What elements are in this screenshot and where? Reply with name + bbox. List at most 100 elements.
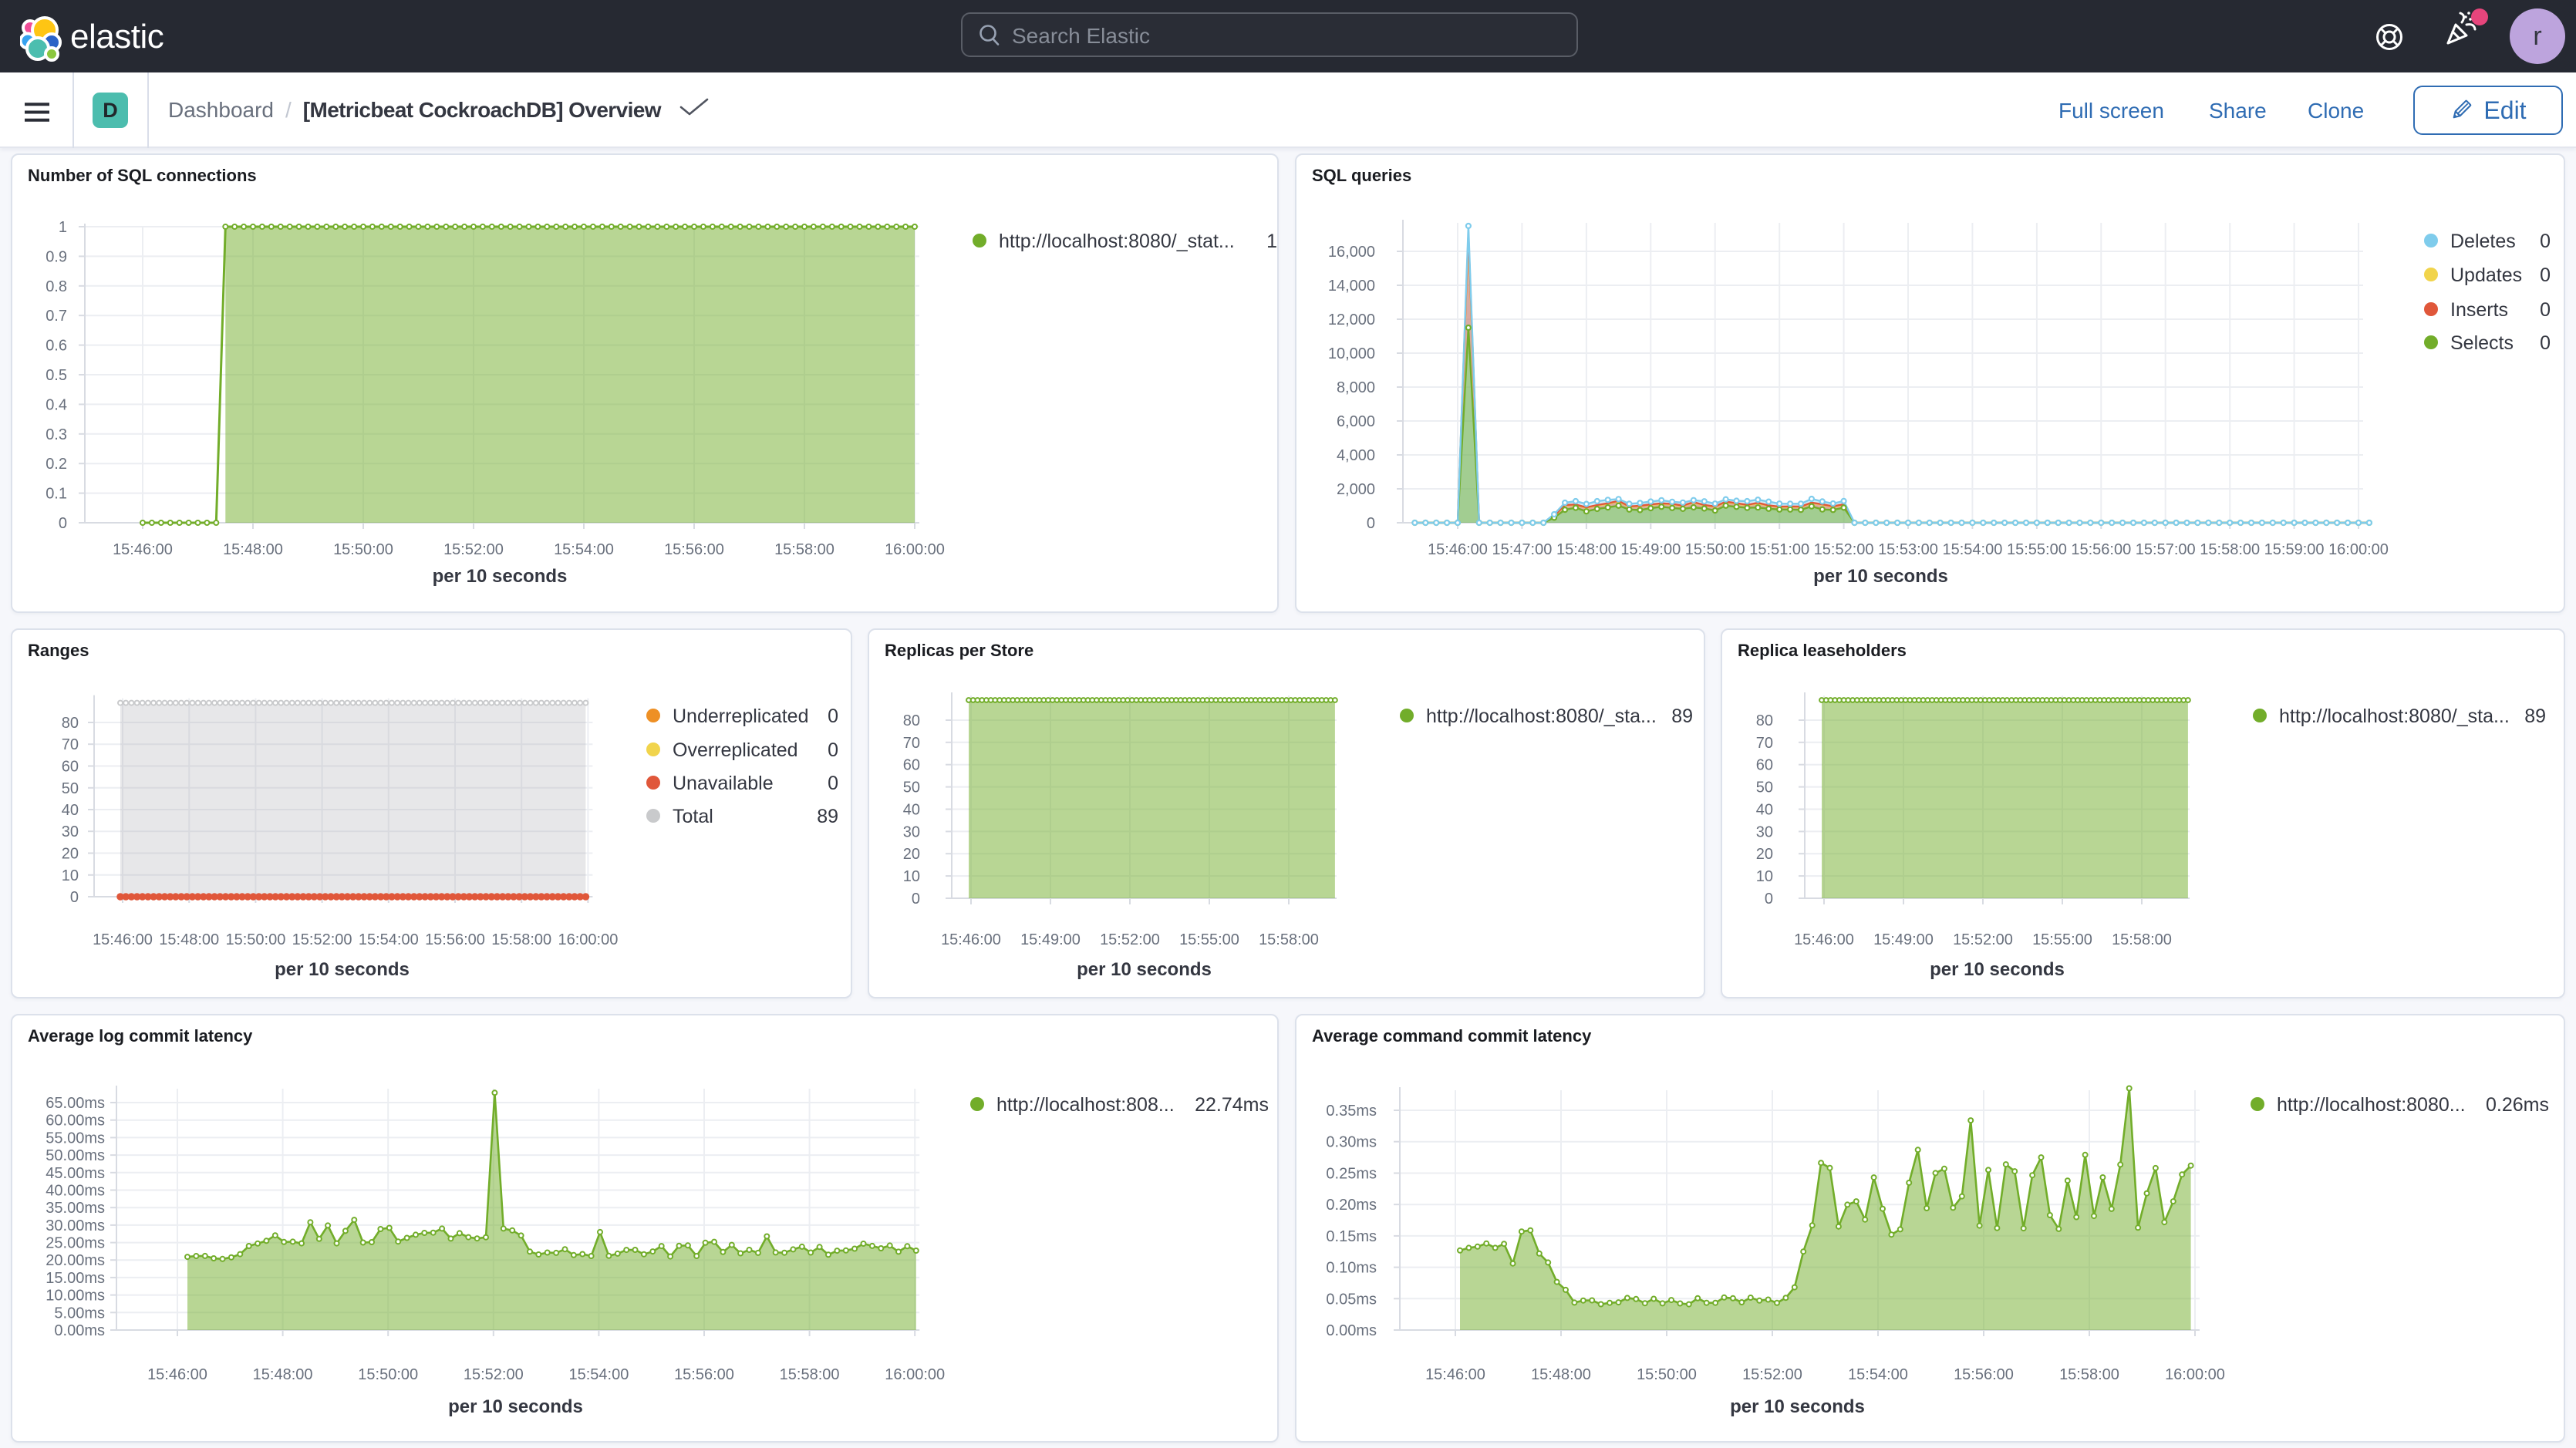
svg-text:12,000: 12,000 xyxy=(1328,311,1375,328)
svg-text:25.00ms: 25.00ms xyxy=(46,1235,105,1252)
svg-text:15:49:00: 15:49:00 xyxy=(1873,931,1934,948)
svg-text:80: 80 xyxy=(1756,712,1773,729)
svg-text:15:54:00: 15:54:00 xyxy=(1942,541,2002,558)
svg-text:0: 0 xyxy=(828,739,838,761)
svg-text:2,000: 2,000 xyxy=(1337,481,1375,498)
svg-text:15:50:00: 15:50:00 xyxy=(225,931,285,948)
svg-text:15:48:00: 15:48:00 xyxy=(253,1366,313,1383)
svg-text:per 10 seconds: per 10 seconds xyxy=(433,566,568,587)
svg-text:0.10ms: 0.10ms xyxy=(1326,1260,1377,1277)
svg-text:per 10 seconds: per 10 seconds xyxy=(1930,959,2065,980)
svg-text:1: 1 xyxy=(59,219,67,236)
svg-text:15:58:00: 15:58:00 xyxy=(2059,1366,2119,1383)
svg-text:0.8: 0.8 xyxy=(46,278,67,295)
svg-text:15:46:00: 15:46:00 xyxy=(1428,541,1488,558)
svg-text:10: 10 xyxy=(62,867,79,884)
svg-text:1: 1 xyxy=(1266,231,1277,252)
svg-text:Inserts: Inserts xyxy=(2450,299,2508,321)
svg-text:per 10 seconds: per 10 seconds xyxy=(1077,959,1212,980)
svg-text:15:55:00: 15:55:00 xyxy=(1179,931,1239,948)
svg-text:http://localhost:8080/_stat...: http://localhost:8080/_stat... xyxy=(999,231,1235,252)
svg-text:Updates: Updates xyxy=(2450,264,2522,286)
svg-text:0: 0 xyxy=(2540,299,2551,321)
svg-text:0: 0 xyxy=(2540,264,2551,286)
svg-text:0: 0 xyxy=(1765,891,1773,908)
svg-text:89: 89 xyxy=(2524,705,2546,727)
svg-text:15:54:00: 15:54:00 xyxy=(1848,1366,1908,1383)
svg-text:55.00ms: 55.00ms xyxy=(46,1130,105,1147)
svg-text:80: 80 xyxy=(903,712,920,729)
svg-text:15:58:00: 15:58:00 xyxy=(2112,931,2172,948)
svg-text:15:48:00: 15:48:00 xyxy=(1531,1366,1591,1383)
svg-text:15:46:00: 15:46:00 xyxy=(1425,1366,1485,1383)
svg-text:0: 0 xyxy=(2540,231,2551,252)
svg-text:89: 89 xyxy=(1671,705,1693,727)
svg-text:0.00ms: 0.00ms xyxy=(54,1322,105,1339)
svg-text:15:46:00: 15:46:00 xyxy=(113,541,173,558)
svg-text:15:49:00: 15:49:00 xyxy=(1620,541,1681,558)
svg-text:50.00ms: 50.00ms xyxy=(46,1147,105,1164)
svg-text:15:48:00: 15:48:00 xyxy=(159,931,219,948)
svg-text:15:46:00: 15:46:00 xyxy=(93,931,153,948)
svg-text:per 10 seconds: per 10 seconds xyxy=(275,959,410,980)
svg-text:30: 30 xyxy=(1756,823,1773,840)
svg-text:8,000: 8,000 xyxy=(1337,379,1375,396)
svg-text:45.00ms: 45.00ms xyxy=(46,1165,105,1182)
svg-text:15:50:00: 15:50:00 xyxy=(358,1366,418,1383)
svg-text:14,000: 14,000 xyxy=(1328,278,1375,295)
svg-text:15:56:00: 15:56:00 xyxy=(2071,541,2131,558)
svg-text:70: 70 xyxy=(1756,735,1773,752)
svg-text:15:52:00: 15:52:00 xyxy=(443,541,504,558)
svg-text:15:49:00: 15:49:00 xyxy=(1020,931,1081,948)
svg-text:Deletes: Deletes xyxy=(2450,231,2516,252)
svg-text:0.30ms: 0.30ms xyxy=(1326,1134,1377,1151)
svg-text:10,000: 10,000 xyxy=(1328,345,1375,362)
svg-text:40.00ms: 40.00ms xyxy=(46,1183,105,1200)
svg-text:15:54:00: 15:54:00 xyxy=(568,1366,629,1383)
svg-text:http://localhost:8080/_sta...: http://localhost:8080/_sta... xyxy=(1426,705,1657,727)
svg-text:16:00:00: 16:00:00 xyxy=(2165,1366,2225,1383)
svg-text:0: 0 xyxy=(70,889,79,906)
svg-text:http://localhost:808...: http://localhost:808... xyxy=(996,1094,1175,1116)
svg-text:15:59:00: 15:59:00 xyxy=(2264,541,2325,558)
svg-text:70: 70 xyxy=(62,736,79,753)
svg-text:50: 50 xyxy=(903,780,920,796)
svg-text:0: 0 xyxy=(828,705,838,727)
svg-text:16:00:00: 16:00:00 xyxy=(885,541,945,558)
svg-text:0: 0 xyxy=(912,891,920,908)
svg-text:0.1: 0.1 xyxy=(46,486,67,503)
svg-text:0.05ms: 0.05ms xyxy=(1326,1291,1377,1308)
svg-text:15:54:00: 15:54:00 xyxy=(554,541,614,558)
svg-text:40: 40 xyxy=(1756,802,1773,819)
svg-text:70: 70 xyxy=(903,735,920,752)
svg-text:16:00:00: 16:00:00 xyxy=(2328,541,2389,558)
svg-text:http://localhost:8080...: http://localhost:8080... xyxy=(2277,1094,2466,1116)
svg-text:20: 20 xyxy=(1756,846,1773,863)
svg-text:15:48:00: 15:48:00 xyxy=(223,541,283,558)
svg-text:Unavailable: Unavailable xyxy=(673,773,774,794)
svg-text:65.00ms: 65.00ms xyxy=(46,1095,105,1112)
svg-text:Overreplicated: Overreplicated xyxy=(673,739,798,761)
svg-text:0.3: 0.3 xyxy=(46,426,67,443)
svg-text:15:58:00: 15:58:00 xyxy=(2200,541,2260,558)
svg-text:15:58:00: 15:58:00 xyxy=(491,931,551,948)
svg-text:15:55:00: 15:55:00 xyxy=(2032,931,2092,948)
svg-text:10: 10 xyxy=(903,868,920,885)
svg-text:15:58:00: 15:58:00 xyxy=(774,541,835,558)
svg-text:15:57:00: 15:57:00 xyxy=(2136,541,2196,558)
svg-text:60.00ms: 60.00ms xyxy=(46,1113,105,1130)
svg-text:0.35ms: 0.35ms xyxy=(1326,1103,1377,1120)
svg-text:60: 60 xyxy=(62,759,79,776)
svg-text:15:58:00: 15:58:00 xyxy=(1259,931,1319,948)
svg-text:20.00ms: 20.00ms xyxy=(46,1252,105,1269)
svg-text:15:54:00: 15:54:00 xyxy=(359,931,419,948)
svg-text:0.26ms: 0.26ms xyxy=(2486,1094,2549,1116)
svg-text:5.00ms: 5.00ms xyxy=(54,1305,105,1322)
svg-text:50: 50 xyxy=(62,780,79,797)
svg-text:16,000: 16,000 xyxy=(1328,244,1375,261)
svg-text:Underreplicated: Underreplicated xyxy=(673,705,809,727)
svg-text:89: 89 xyxy=(817,806,838,827)
svg-text:20: 20 xyxy=(903,846,920,863)
svg-text:15:52:00: 15:52:00 xyxy=(1742,1366,1802,1383)
svg-text:10.00ms: 10.00ms xyxy=(46,1288,105,1305)
